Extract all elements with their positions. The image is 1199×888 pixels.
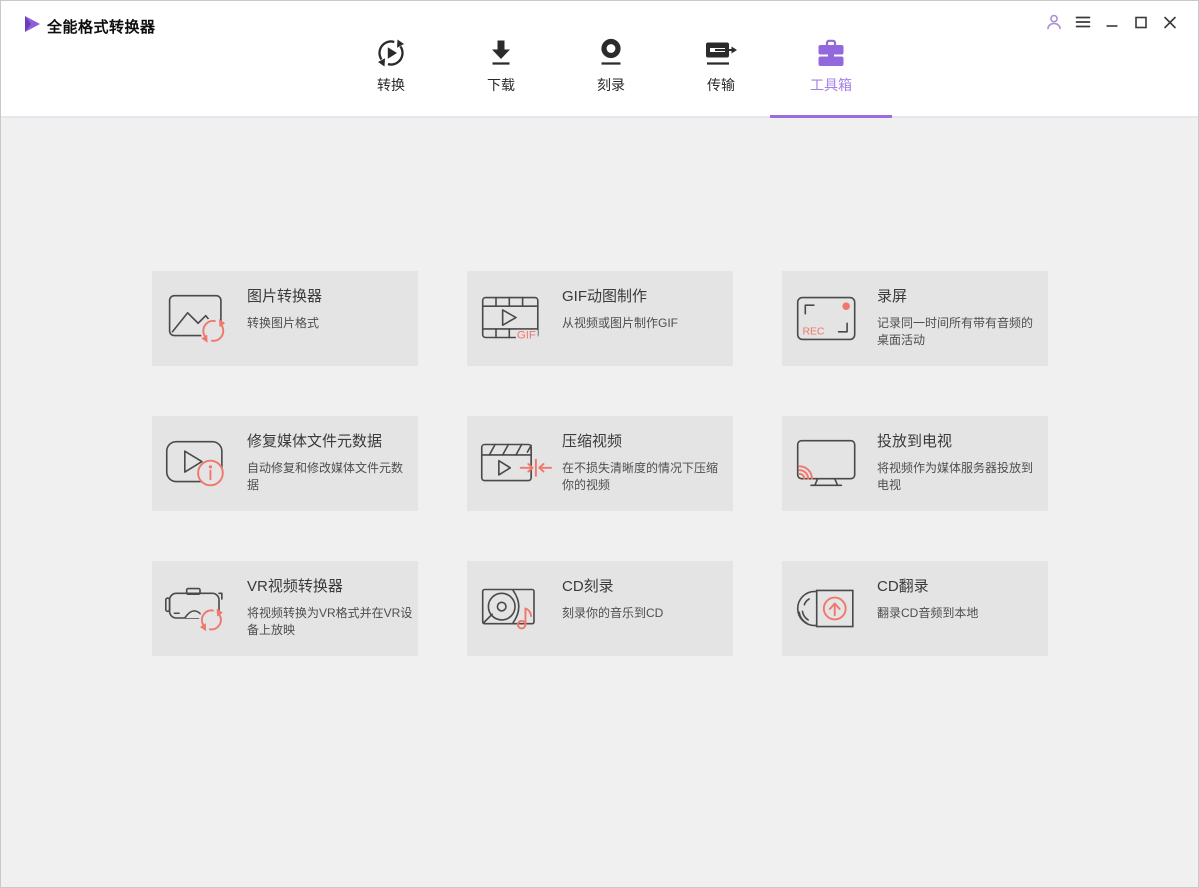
tool-card-grid: 图片转换器 转换图片格式 GIF GIF动图制作 从视频或图片制作GIF REC… (152, 271, 1048, 656)
minimize-button[interactable] (1100, 10, 1124, 34)
vr-converter-icon (152, 561, 247, 656)
account-button[interactable] (1042, 10, 1066, 34)
tab-label: 工具箱 (810, 77, 852, 93)
tab-label: 传输 (707, 77, 735, 93)
app-logo-icon (22, 14, 42, 34)
cd-burn-icon (467, 561, 562, 656)
tab-label: 转换 (377, 77, 405, 93)
tool-card-desc: 刻录你的音乐到CD (562, 606, 664, 620)
rec-icon-label: REC (802, 327, 824, 338)
tool-card-fix-metadata[interactable]: 修复媒体文件元数据 自动修复和修改媒体文件元数据 (152, 416, 418, 511)
app-window: 全能格式转换器 转换 下载 刻录 传输 工具箱 图片转换器 转换图片格式 GIF… (0, 0, 1199, 888)
tool-card-title: 投放到电视 (877, 433, 953, 450)
tab-toolbox[interactable]: 工具箱 (770, 37, 892, 118)
tool-card-desc: 转换图片格式 (247, 316, 320, 330)
tab-transfer[interactable]: 传输 (666, 37, 776, 118)
tool-card-desc: 翻录CD音频到本地 (877, 606, 979, 620)
tool-card-title: CD翻录 (877, 578, 929, 595)
transfer-icon (704, 37, 738, 69)
cd-rip-icon (782, 561, 877, 656)
compress-video-icon (467, 416, 562, 511)
tool-card-desc: 记录同一时间所有带有音频的桌面活动 (877, 316, 1034, 347)
menu-button[interactable] (1071, 10, 1095, 34)
toolbox-icon (815, 37, 847, 69)
tool-card-title: 录屏 (877, 288, 908, 305)
tool-card-desc: 将视频作为媒体服务器投放到电视 (877, 461, 1034, 492)
tool-card-cd-rip[interactable]: CD翻录 翻录CD音频到本地 (782, 561, 1048, 656)
fix-metadata-icon (152, 416, 247, 511)
toolbox-panel: 图片转换器 转换图片格式 GIF GIF动图制作 从视频或图片制作GIF REC… (1, 120, 1198, 887)
gif-maker-icon: GIF (467, 271, 562, 366)
download-icon (485, 37, 517, 69)
cast-to-tv-icon (782, 416, 877, 511)
gif-icon-label: GIF (516, 329, 535, 341)
burn-icon (595, 37, 627, 69)
tool-card-title: 压缩视频 (562, 433, 623, 450)
tool-card-screen-record[interactable]: REC 录屏 记录同一时间所有带有音频的桌面活动 (782, 271, 1048, 366)
close-button[interactable] (1158, 10, 1182, 34)
tool-card-title: CD刻录 (562, 578, 614, 595)
tool-card-title: VR视频转换器 (247, 578, 343, 595)
convert-icon (375, 37, 407, 69)
tool-card-cast-to-tv[interactable]: 投放到电视 将视频作为媒体服务器投放到电视 (782, 416, 1048, 511)
tab-convert[interactable]: 转换 (336, 37, 446, 118)
window-controls (1042, 10, 1182, 34)
tool-card-title: GIF动图制作 (562, 288, 647, 305)
tool-card-desc: 将视频转换为VR格式并在VR设备上放映 (247, 606, 413, 637)
main-nav: 转换 下载 刻录 传输 工具箱 (336, 37, 892, 118)
tool-card-title: 修复媒体文件元数据 (247, 433, 383, 450)
tab-download[interactable]: 下载 (446, 37, 556, 118)
tool-card-cd-burn[interactable]: CD刻录 刻录你的音乐到CD (467, 561, 733, 656)
app-title: 全能格式转换器 (47, 19, 156, 36)
image-converter-icon (152, 271, 247, 366)
screen-record-icon: REC (782, 271, 877, 366)
header: 全能格式转换器 转换 下载 刻录 传输 工具箱 (1, 1, 1198, 118)
tool-card-title: 图片转换器 (247, 288, 323, 305)
tab-label: 刻录 (597, 77, 625, 93)
tool-card-gif-maker[interactable]: GIF GIF动图制作 从视频或图片制作GIF (467, 271, 733, 366)
tool-card-image-converter[interactable]: 图片转换器 转换图片格式 (152, 271, 418, 366)
tool-card-desc: 自动修复和修改媒体文件元数据 (247, 461, 404, 492)
tab-label: 下载 (487, 77, 515, 93)
tool-card-desc: 在不损失清晰度的情况下压缩你的视频 (562, 461, 719, 492)
tool-card-compress-video[interactable]: 压缩视频 在不损失清晰度的情况下压缩你的视频 (467, 416, 733, 511)
tool-card-vr-converter[interactable]: VR视频转换器 将视频转换为VR格式并在VR设备上放映 (152, 561, 418, 656)
tool-card-desc: 从视频或图片制作GIF (562, 316, 678, 330)
tab-burn[interactable]: 刻录 (556, 37, 666, 118)
maximize-button[interactable] (1129, 10, 1153, 34)
